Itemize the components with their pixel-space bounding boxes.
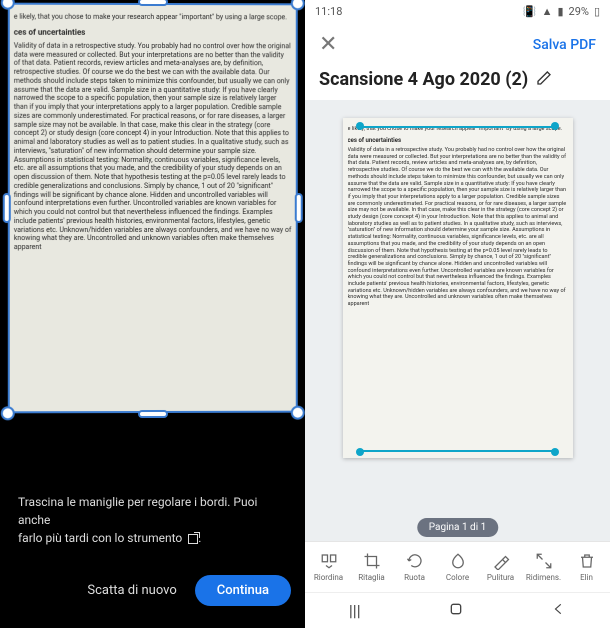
retake-button[interactable]: Scatta di nuovo	[87, 583, 176, 598]
title-row: Scansione 4 Ago 2020 (2)	[305, 67, 610, 100]
toolbar: Riordina Ritaglia Ruota Colore Pulitura …	[305, 541, 610, 592]
crop-handle-right[interactable]	[294, 193, 302, 223]
status-bar: 11:18 📳 ▲ ▮ 29% ▯	[305, 0, 610, 22]
sel-handle-bl[interactable]	[356, 448, 364, 456]
crop-handle-top[interactable]	[137, 0, 167, 6]
crop-tool-icon	[188, 534, 198, 544]
edit-title-icon[interactable]	[536, 70, 552, 90]
tool-delete[interactable]: Elin	[566, 552, 608, 582]
tool-rotate[interactable]: Ruota	[394, 552, 436, 582]
action-row: Scatta di nuovo Continua	[0, 563, 305, 628]
hint-line2: farlo più tardi con lo strumento	[18, 531, 182, 545]
recent-apps-button[interactable]: |||	[349, 601, 361, 620]
vibrate-icon: 📳	[523, 5, 537, 18]
crop-handle-bl[interactable]	[0, 406, 14, 420]
crop-viewport: e likely, that you chose to make your re…	[0, 0, 305, 477]
crop-handle-br[interactable]	[290, 406, 304, 420]
trash-icon	[578, 552, 596, 570]
sel-handle-tr[interactable]	[551, 122, 559, 130]
battery-icon: ▯	[594, 5, 600, 18]
clean-icon	[492, 552, 510, 570]
battery-text: 29%	[569, 5, 589, 18]
signal-icon: ▮	[557, 5, 563, 18]
home-button[interactable]	[448, 601, 464, 621]
tool-resize[interactable]: Ridimens.	[523, 552, 565, 582]
hint-text: Trascina le maniglie per regolare i bord…	[0, 477, 305, 563]
crop-handle-tr[interactable]	[290, 0, 304, 10]
status-time: 11:18	[315, 5, 342, 18]
review-screen: 11:18 📳 ▲ ▮ 29% ▯ ✕ Salva PDF Scansione …	[305, 0, 610, 628]
color-icon	[449, 552, 467, 570]
crop-handle-left[interactable]	[2, 193, 10, 223]
crop-handle-bottom[interactable]	[137, 410, 167, 418]
wifi-icon: ▲	[542, 5, 553, 18]
tool-reorder[interactable]: Riordina	[308, 552, 350, 582]
rotate-icon	[406, 552, 424, 570]
crop-frame[interactable]	[7, 3, 297, 414]
scanned-page: e likely, that you chose to make your re…	[7, 3, 297, 414]
crop-screen: e likely, that you chose to make your re…	[0, 0, 305, 628]
close-icon[interactable]: ✕	[319, 32, 337, 57]
hint-line1: Trascina le maniglie per regolare i bord…	[18, 495, 257, 527]
page-indicator: Pagina 1 di 1	[417, 518, 498, 537]
top-bar: ✕ Salva PDF	[305, 22, 610, 67]
crop-handle-tl[interactable]	[0, 0, 14, 10]
tool-color[interactable]: Colore	[437, 552, 479, 582]
android-navbar: |||	[305, 592, 610, 628]
tool-clean[interactable]: Pulitura	[480, 552, 522, 582]
continue-button[interactable]: Continua	[195, 575, 291, 606]
preview-text: e likely, that you chose to make your re…	[348, 126, 568, 450]
reorder-icon	[320, 552, 338, 570]
crop-icon	[363, 552, 381, 570]
status-icons: 📳 ▲ ▮ 29% ▯	[523, 5, 600, 18]
preview-area: e likely, that you chose to make your re…	[305, 100, 610, 541]
resize-icon	[535, 552, 553, 570]
sel-handle-br[interactable]	[551, 448, 559, 456]
back-button[interactable]	[552, 601, 566, 620]
tool-crop[interactable]: Ritaglia	[351, 552, 393, 582]
save-pdf-button[interactable]: Salva PDF	[533, 37, 596, 53]
preview-page[interactable]: e likely, that you chose to make your re…	[343, 118, 573, 458]
scan-title: Scansione 4 Ago 2020 (2)	[319, 69, 528, 90]
